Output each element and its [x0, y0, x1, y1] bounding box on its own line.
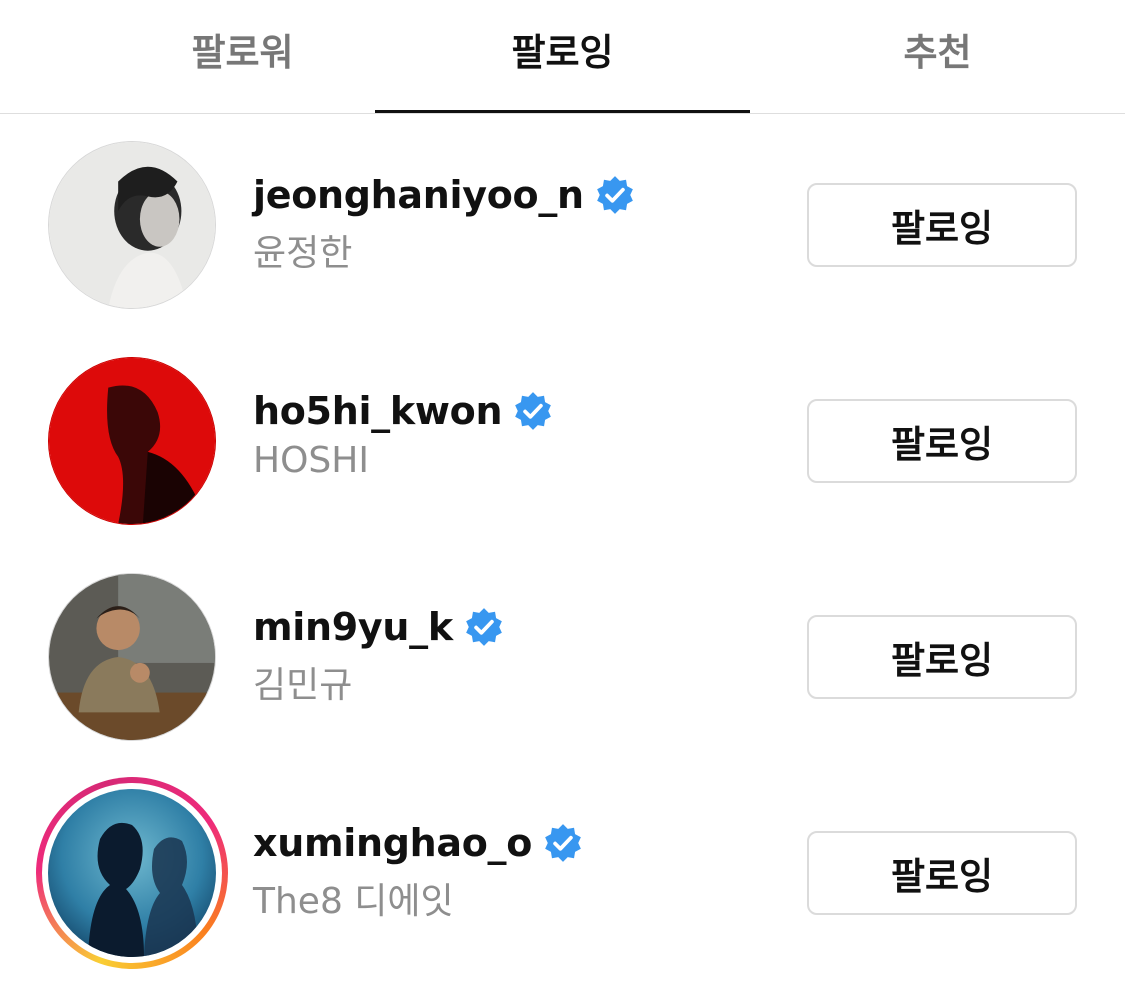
verified-badge-icon	[515, 392, 552, 430]
account-info: xuminghao_o The8 디에잇	[253, 818, 584, 924]
following-button[interactable]: 팔로잉	[807, 399, 1077, 483]
following-button[interactable]: 팔로잉	[807, 183, 1077, 267]
following-button[interactable]: 팔로잉	[807, 831, 1077, 915]
username[interactable]: xuminghao_o	[253, 821, 532, 865]
full-name: 김민규	[253, 665, 353, 706]
username[interactable]: min9yu_k	[253, 605, 453, 649]
verified-badge-icon	[596, 176, 633, 214]
list-item[interactable]: ho5hi_kwon HOSHI 팔로잉	[0, 330, 1125, 546]
tab-following[interactable]: 팔로잉	[375, 0, 750, 113]
full-name: 윤정한	[253, 233, 353, 274]
account-info: ho5hi_kwon HOSHI	[253, 386, 554, 481]
username[interactable]: ho5hi_kwon	[253, 389, 503, 433]
avatar[interactable]	[48, 789, 216, 957]
profile-photo	[48, 789, 216, 957]
list-item[interactable]: min9yu_k 김민규 팔로잉	[0, 546, 1125, 762]
profile-photo	[49, 142, 215, 308]
avatar[interactable]	[48, 357, 216, 525]
verified-badge-icon	[545, 824, 581, 862]
tab-suggested[interactable]: 추천	[750, 0, 1125, 113]
list-item[interactable]: xuminghao_o The8 디에잇 팔로잉	[0, 762, 1125, 978]
profile-photo	[49, 574, 215, 740]
profile-photo	[49, 358, 215, 524]
tab-followers[interactable]: 팔로워	[55, 0, 430, 113]
username[interactable]: jeonghaniyoo_n	[253, 173, 584, 217]
account-info: jeonghaniyoo_n 윤정한	[253, 170, 636, 276]
full-name: The8 디에잇	[253, 881, 454, 922]
verified-badge-icon	[465, 608, 502, 646]
avatar[interactable]	[48, 573, 216, 741]
avatar[interactable]	[48, 141, 216, 309]
list-item[interactable]: jeonghaniyoo_n 윤정한 팔로잉	[0, 114, 1125, 330]
account-info: min9yu_k 김민규	[253, 602, 505, 708]
following-button[interactable]: 팔로잉	[807, 615, 1077, 699]
active-tab-indicator	[375, 110, 750, 113]
full-name: HOSHI	[253, 440, 369, 481]
tab-bar: 팔로워 팔로잉 추천	[0, 0, 1125, 114]
